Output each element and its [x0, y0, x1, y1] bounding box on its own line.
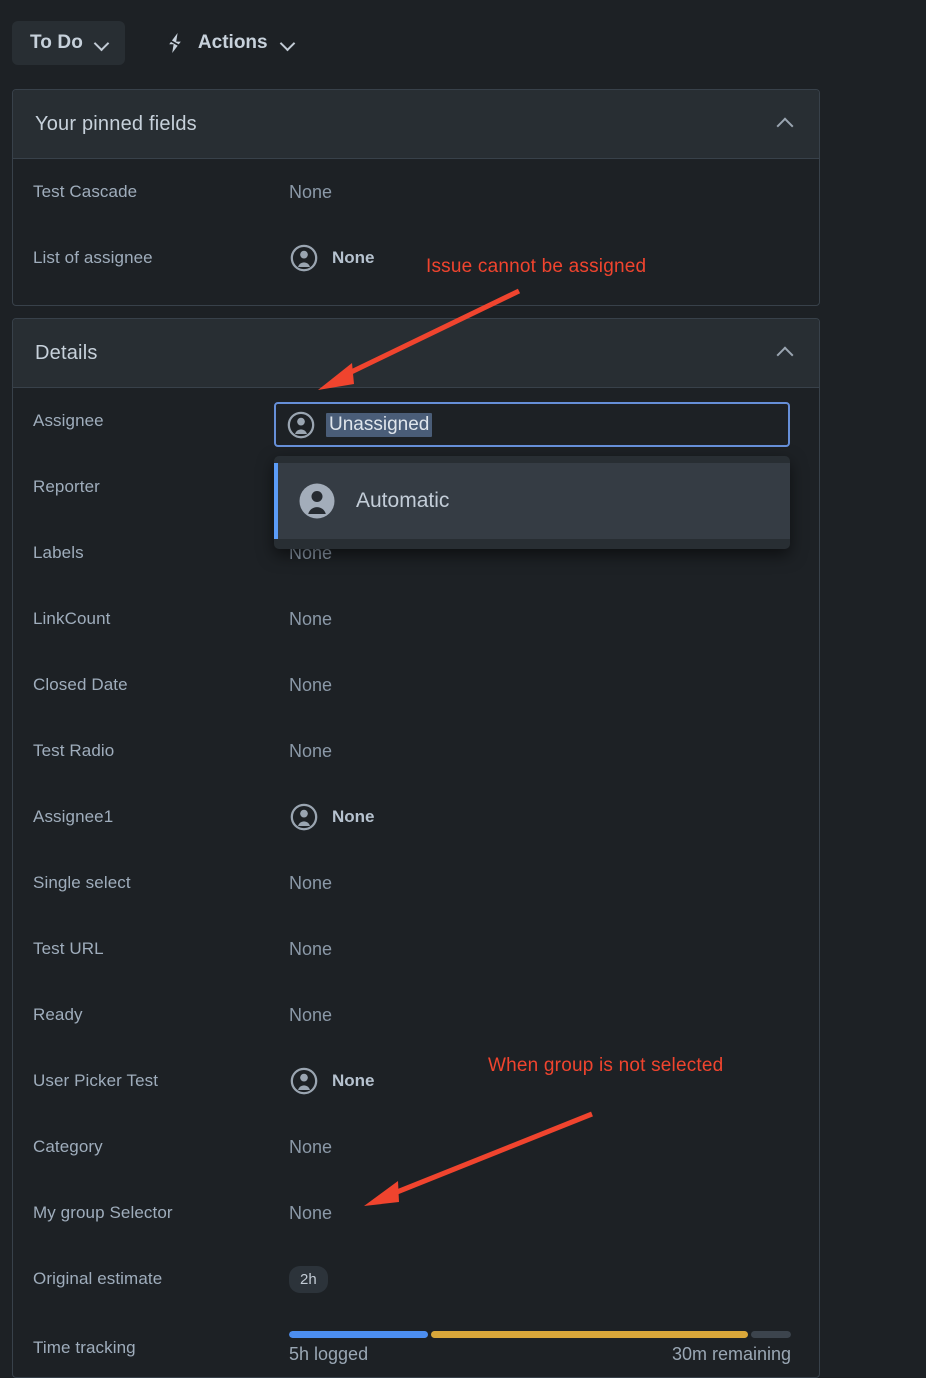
details-header[interactable]: Details [13, 319, 819, 388]
user-avatar-icon [297, 481, 337, 521]
field-value[interactable]: 2h [289, 1265, 328, 1293]
assignee-dropdown-menu: Automatic [274, 456, 790, 549]
field-value-text: None [332, 807, 375, 826]
field-row: Test Radio None [13, 718, 819, 784]
field-label: List of assignee [33, 248, 153, 267]
field-label: Original estimate [33, 1269, 163, 1288]
field-row: Assignee1 None [13, 784, 819, 850]
assignee-input-value[interactable]: Unassigned [326, 412, 433, 437]
field-value-text: None [332, 248, 375, 267]
field-value[interactable]: None [289, 675, 332, 696]
field-row: Test URL None [13, 916, 819, 982]
field-row-time-tracking: Time tracking 5h logged 30m remaining [13, 1312, 819, 1377]
field-value[interactable]: None [289, 609, 332, 630]
chevron-up-icon[interactable] [777, 345, 793, 361]
time-tracking-labels: 5h logged 30m remaining [289, 1344, 791, 1365]
user-avatar-icon [289, 802, 319, 832]
field-row-original-estimate: Original estimate 2h [13, 1246, 819, 1312]
assignee-combobox[interactable]: Unassigned [274, 402, 790, 447]
field-row: Single select None [13, 850, 819, 916]
user-avatar-icon [289, 243, 319, 273]
field-value[interactable]: None [289, 1005, 332, 1026]
field-row: List of assignee None [13, 225, 819, 291]
field-value[interactable]: None [289, 802, 375, 832]
lightning-bolt-icon [165, 32, 185, 54]
field-label: LinkCount [33, 609, 111, 628]
field-label: Reporter [33, 477, 100, 496]
status-dropdown-button[interactable]: To Do [12, 21, 125, 65]
field-value[interactable]: None [289, 1137, 332, 1158]
time-logged-label: 5h logged [289, 1344, 369, 1364]
field-label: Ready [33, 1005, 83, 1024]
issue-detail-page: To Do Actions Your pinned fields Test Ca… [0, 0, 926, 1378]
field-row: My group Selector None [13, 1180, 819, 1246]
field-row: LinkCount None [13, 586, 819, 652]
time-tracking-widget[interactable]: 5h logged 30m remaining [289, 1331, 791, 1365]
field-label: Assignee [33, 411, 104, 430]
field-value-text: None [332, 1071, 375, 1090]
assignee-option-automatic[interactable]: Automatic [274, 463, 790, 539]
field-label: My group Selector [33, 1203, 173, 1222]
time-tracking-segment-logged [289, 1331, 428, 1338]
status-label: To Do [30, 32, 83, 53]
user-avatar-icon [286, 410, 316, 440]
field-value[interactable]: None [289, 1203, 332, 1224]
field-row: Closed Date None [13, 652, 819, 718]
field-label: Labels [33, 543, 84, 562]
field-value[interactable]: None [289, 182, 332, 203]
field-label: Assignee1 [33, 807, 114, 826]
annotation-issue-cannot-be-assigned: Issue cannot be assigned [426, 256, 647, 277]
field-value-text: None [289, 872, 333, 893]
field-row: Category None [13, 1114, 819, 1180]
field-value-text: None [289, 1202, 333, 1223]
field-label: Test Radio [33, 741, 115, 760]
field-value[interactable]: None [289, 243, 375, 273]
actions-button[interactable]: Actions [151, 21, 309, 65]
time-tracking-bar [289, 1331, 791, 1338]
field-row: Ready None [13, 982, 819, 1048]
field-value-text: None [289, 1004, 333, 1025]
pinned-fields-panel: Your pinned fields Test Cascade None List … [12, 89, 820, 306]
field-value-text: None [289, 1136, 333, 1157]
chevron-down-icon [281, 36, 295, 50]
field-label: Test URL [33, 939, 104, 958]
field-value-text: None [289, 181, 333, 202]
field-label: Time tracking [33, 1338, 136, 1357]
field-value-text: None [289, 608, 333, 629]
field-value[interactable]: None [289, 873, 332, 894]
annotation-group-not-selected: When group is not selected [488, 1055, 724, 1076]
field-row: Test Cascade None [13, 159, 819, 225]
pinned-fields-title: Your pinned fields [35, 112, 197, 135]
time-remaining-label: 30m remaining [671, 1344, 791, 1364]
top-toolbar: To Do Actions [0, 0, 926, 86]
details-title: Details [35, 341, 98, 364]
field-value-text: None [289, 938, 333, 959]
field-value[interactable]: None [289, 1066, 375, 1096]
field-value-text: None [289, 674, 333, 695]
chevron-down-icon [95, 36, 109, 50]
chevron-up-icon[interactable] [777, 116, 793, 132]
field-value[interactable]: None [289, 939, 332, 960]
field-value-text: None [289, 740, 333, 761]
original-estimate-badge: 2h [289, 1265, 328, 1293]
actions-label: Actions [197, 32, 268, 53]
pinned-fields-body: Test Cascade None List of assignee None [13, 159, 819, 291]
field-label: Test Cascade [33, 182, 138, 201]
field-value[interactable]: None [289, 741, 332, 762]
user-avatar-icon [289, 1066, 319, 1096]
field-label: Closed Date [33, 675, 128, 694]
field-label: Category [33, 1137, 103, 1156]
field-label: User Picker Test [33, 1071, 159, 1090]
assignee-option-label: Automatic [356, 489, 450, 512]
time-tracking-segment-remaining [751, 1331, 791, 1338]
field-label: Single select [33, 873, 131, 892]
time-tracking-segment-spent [430, 1331, 749, 1338]
pinned-fields-header[interactable]: Your pinned fields [13, 90, 819, 159]
